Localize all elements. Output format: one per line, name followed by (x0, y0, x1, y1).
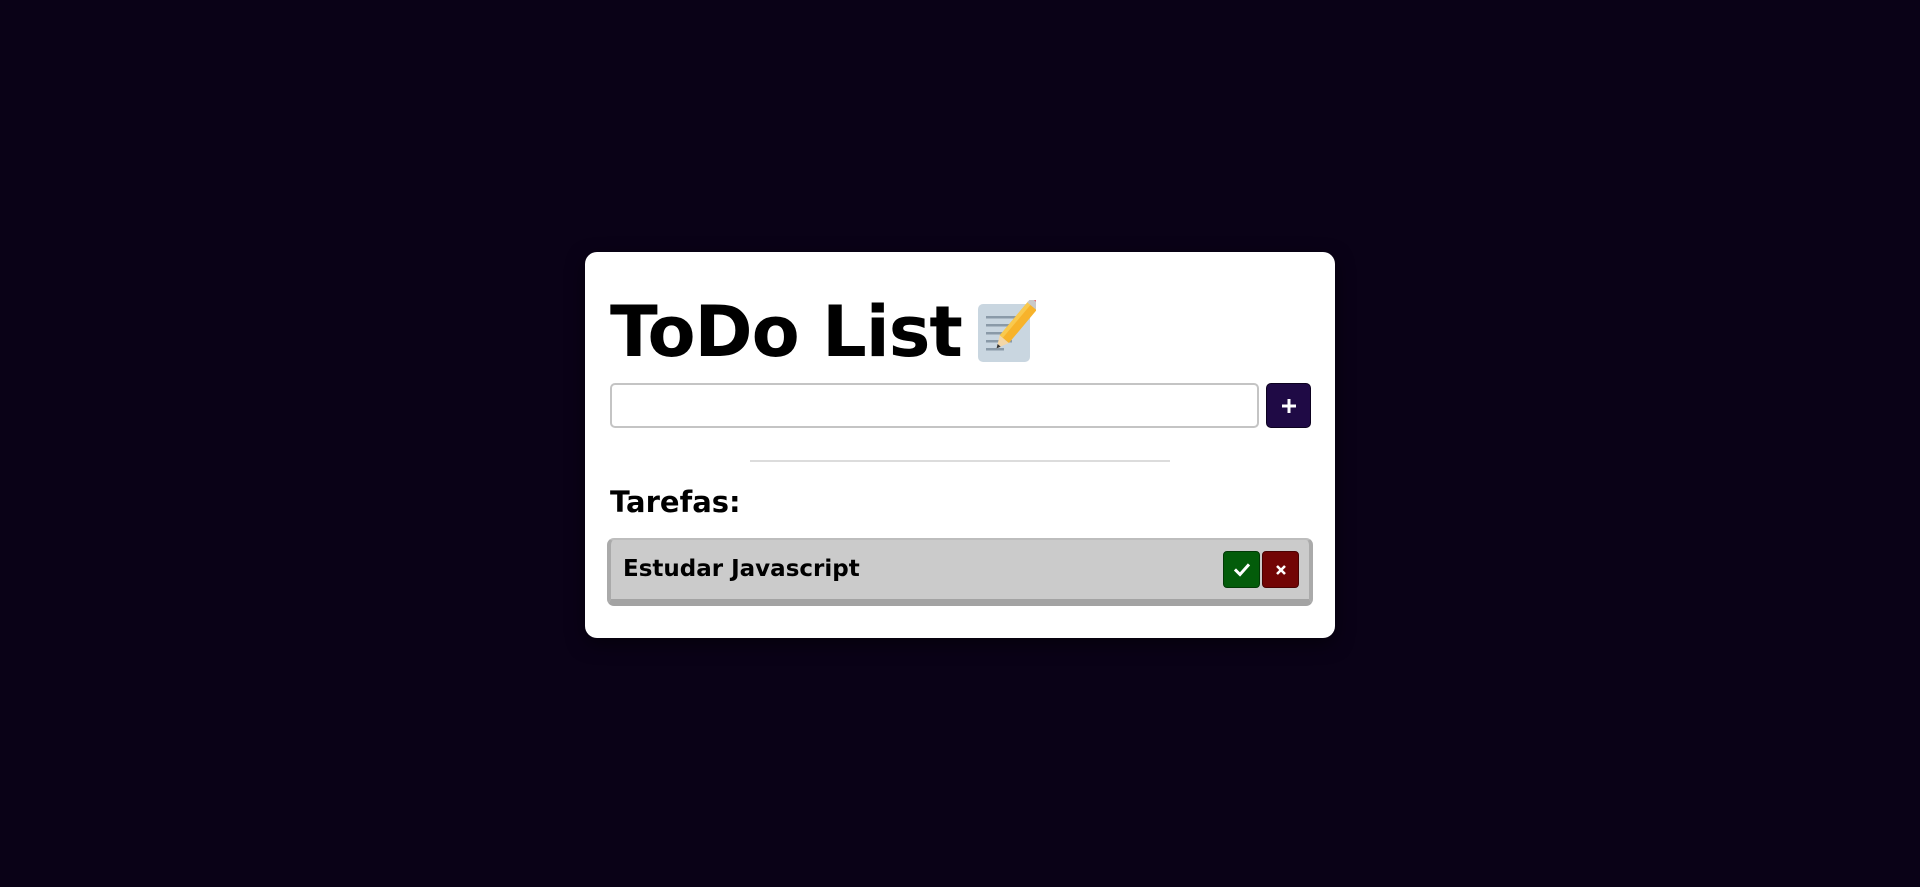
task-text: Estudar Javascript (623, 556, 860, 582)
complete-task-button[interactable] (1223, 551, 1260, 588)
plus-icon (1281, 398, 1296, 413)
page-title: ToDo List (610, 291, 963, 373)
add-task-button[interactable] (1266, 383, 1311, 428)
tasks-heading: Tarefas: (610, 485, 741, 519)
check-icon (1233, 562, 1250, 577)
title-row: ToDo List (610, 291, 1045, 373)
memo-pencil-icon (976, 292, 1045, 364)
task-actions (1223, 551, 1299, 588)
new-task-input[interactable] (610, 383, 1259, 428)
task-list: Estudar Javascript (607, 538, 1313, 606)
remove-task-button[interactable] (1262, 551, 1299, 588)
close-icon (1275, 564, 1286, 575)
task-item: Estudar Javascript (607, 538, 1313, 606)
new-task-form (610, 383, 1311, 428)
todo-card: ToDo List Tarefas: Estudar Javascript (585, 252, 1335, 638)
divider (750, 460, 1170, 462)
